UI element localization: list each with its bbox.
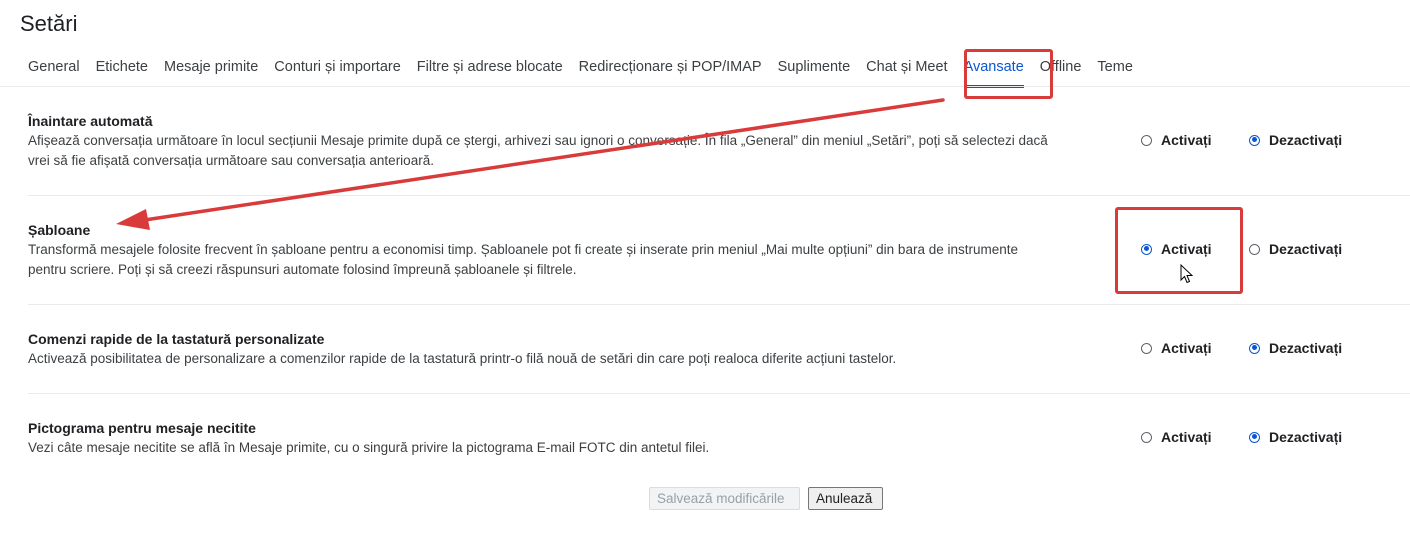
shortcuts-enable-radio[interactable]: Activați (1141, 340, 1212, 356)
radio-label: Dezactivați (1269, 241, 1343, 257)
auto-advance-enable-radio[interactable]: Activați (1141, 132, 1212, 148)
setting-title: Înaintare automată (28, 113, 153, 129)
setting-description: Transformă mesajele folosite frecvent în… (28, 242, 1019, 277)
tab-themes[interactable]: Teme (1089, 54, 1140, 86)
radio-checked-icon (1249, 342, 1260, 354)
save-changes-button[interactable]: Salvează modificările (649, 487, 800, 510)
setting-unread-icon: Pictograma pentru mesaje necitite Vezi c… (28, 394, 1410, 474)
setting-custom-shortcuts: Comenzi rapide de la tastatură personali… (28, 305, 1410, 394)
radio-label: Activați (1161, 241, 1212, 257)
radio-label: Activați (1161, 340, 1212, 356)
templates-disable-radio[interactable]: Dezactivați (1249, 241, 1342, 257)
templates-enable-radio[interactable]: Activați (1141, 241, 1212, 257)
radio-unchecked-icon (1141, 134, 1152, 146)
unread-icon-enable-radio[interactable]: Activați (1141, 429, 1212, 445)
setting-description: Activează posibilitatea de personalizare… (28, 351, 897, 366)
radio-label: Dezactivați (1269, 132, 1343, 148)
tab-general[interactable]: General (20, 54, 88, 86)
radio-label: Activați (1161, 132, 1212, 148)
setting-title: Șabloane (28, 222, 91, 238)
settings-tabs: General Etichete Mesaje primite Conturi … (20, 54, 1141, 88)
tab-accounts-import[interactable]: Conturi și importare (266, 54, 409, 86)
radio-unchecked-icon (1141, 431, 1152, 443)
shortcuts-disable-radio[interactable]: Dezactivați (1249, 340, 1342, 356)
tab-chat-meet[interactable]: Chat și Meet (858, 54, 955, 86)
tab-inbox[interactable]: Mesaje primite (156, 54, 266, 86)
tab-advanced[interactable]: Avansate (956, 54, 1032, 88)
radio-unchecked-icon (1141, 342, 1152, 354)
auto-advance-disable-radio[interactable]: Dezactivați (1249, 132, 1342, 148)
setting-templates: Șabloane Transformă mesajele folosite fr… (28, 196, 1410, 305)
radio-label: Activați (1161, 429, 1212, 445)
cancel-button[interactable]: Anulează (808, 487, 883, 510)
setting-title: Comenzi rapide de la tastatură personali… (28, 331, 325, 347)
tab-labels[interactable]: Etichete (88, 54, 156, 86)
tab-addons[interactable]: Suplimente (770, 54, 859, 86)
tab-filters-blocked[interactable]: Filtre și adrese blocate (409, 54, 571, 86)
radio-label: Dezactivați (1269, 429, 1343, 445)
setting-title: Pictograma pentru mesaje necitite (28, 420, 256, 436)
tab-forwarding-pop-imap[interactable]: Redirecționare și POP/IMAP (571, 54, 770, 86)
radio-unchecked-icon (1249, 243, 1260, 255)
setting-auto-advance: Înaintare automată Afișează conversația … (28, 87, 1410, 196)
radio-label: Dezactivați (1269, 340, 1343, 356)
page-title: Setări (20, 11, 78, 36)
radio-checked-icon (1249, 134, 1260, 146)
setting-description: Vezi câte mesaje necitite se află în Mes… (28, 440, 710, 455)
radio-checked-icon (1249, 431, 1260, 443)
unread-icon-disable-radio[interactable]: Dezactivați (1249, 429, 1342, 445)
tab-offline[interactable]: Offline (1032, 54, 1090, 86)
setting-description: Afișează conversația următoare în locul … (28, 133, 1048, 168)
radio-checked-icon (1141, 243, 1152, 255)
